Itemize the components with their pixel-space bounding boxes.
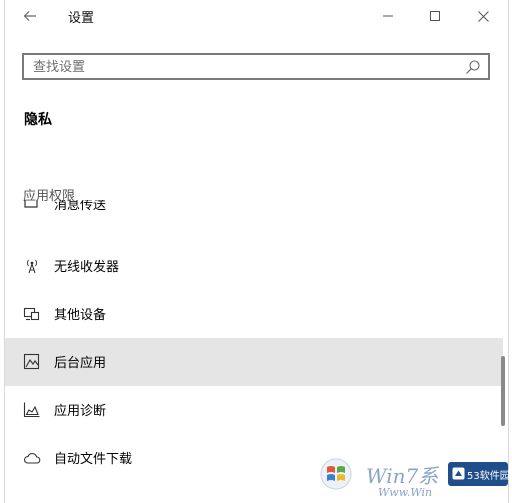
title-bar: 设置 — [5, 0, 508, 32]
nav-item-label: 其他设备 — [54, 308, 107, 323]
back-button[interactable] — [18, 6, 42, 26]
watermark: Win7系 Www.Win 53软件园 — [318, 454, 512, 503]
nav-item-label: 后台应用 — [54, 356, 107, 371]
windows-flag-logo — [320, 458, 352, 490]
back-arrow-icon — [23, 11, 36, 21]
message-icon — [24, 200, 38, 208]
minimize-icon — [383, 15, 393, 17]
nav-item-messaging[interactable]: 消息传送 — [5, 200, 503, 228]
badge-logo-icon — [452, 467, 465, 480]
background-apps-icon — [23, 353, 40, 370]
watermark-badge: 53软件园 — [448, 462, 510, 486]
close-button[interactable] — [460, 0, 506, 32]
close-icon — [477, 10, 489, 22]
nav-item-other-devices[interactable]: 其他设备 — [5, 290, 503, 338]
nav-item-app-diagnostics[interactable]: 应用诊断 — [5, 386, 503, 434]
window-title: 设置 — [68, 11, 95, 26]
nav-item-label: 消息传送 — [54, 200, 107, 213]
search-box[interactable] — [22, 53, 490, 80]
nav-item-radios[interactable]: 无线收发器 — [5, 242, 503, 290]
app-diagnostics-icon — [23, 402, 40, 418]
nav-item-label: 应用诊断 — [54, 404, 107, 419]
watermark-badge-text: 53软件园 — [467, 471, 510, 482]
settings-window: 设置 隐私 应用权限 消息传送 — [4, 0, 509, 503]
minimize-button[interactable] — [365, 0, 411, 32]
search-icon[interactable] — [465, 59, 481, 75]
watermark-url: Www.Win — [378, 486, 433, 499]
page-title: 隐私 — [24, 112, 52, 128]
nav-item-background-apps[interactable]: 后台应用 — [5, 338, 503, 386]
watermark-brand: Win7系 — [366, 464, 439, 488]
maximize-button[interactable] — [412, 0, 458, 32]
scrollbar-thumb[interactable] — [501, 356, 505, 426]
cloud-icon — [24, 453, 41, 464]
nav-item-label: 无线收发器 — [54, 260, 120, 275]
maximize-icon — [430, 11, 440, 21]
nav-item-label: 自动文件下载 — [54, 452, 133, 467]
radio-antenna-icon — [27, 259, 37, 274]
devices-icon — [23, 307, 40, 321]
search-input[interactable] — [33, 59, 453, 76]
